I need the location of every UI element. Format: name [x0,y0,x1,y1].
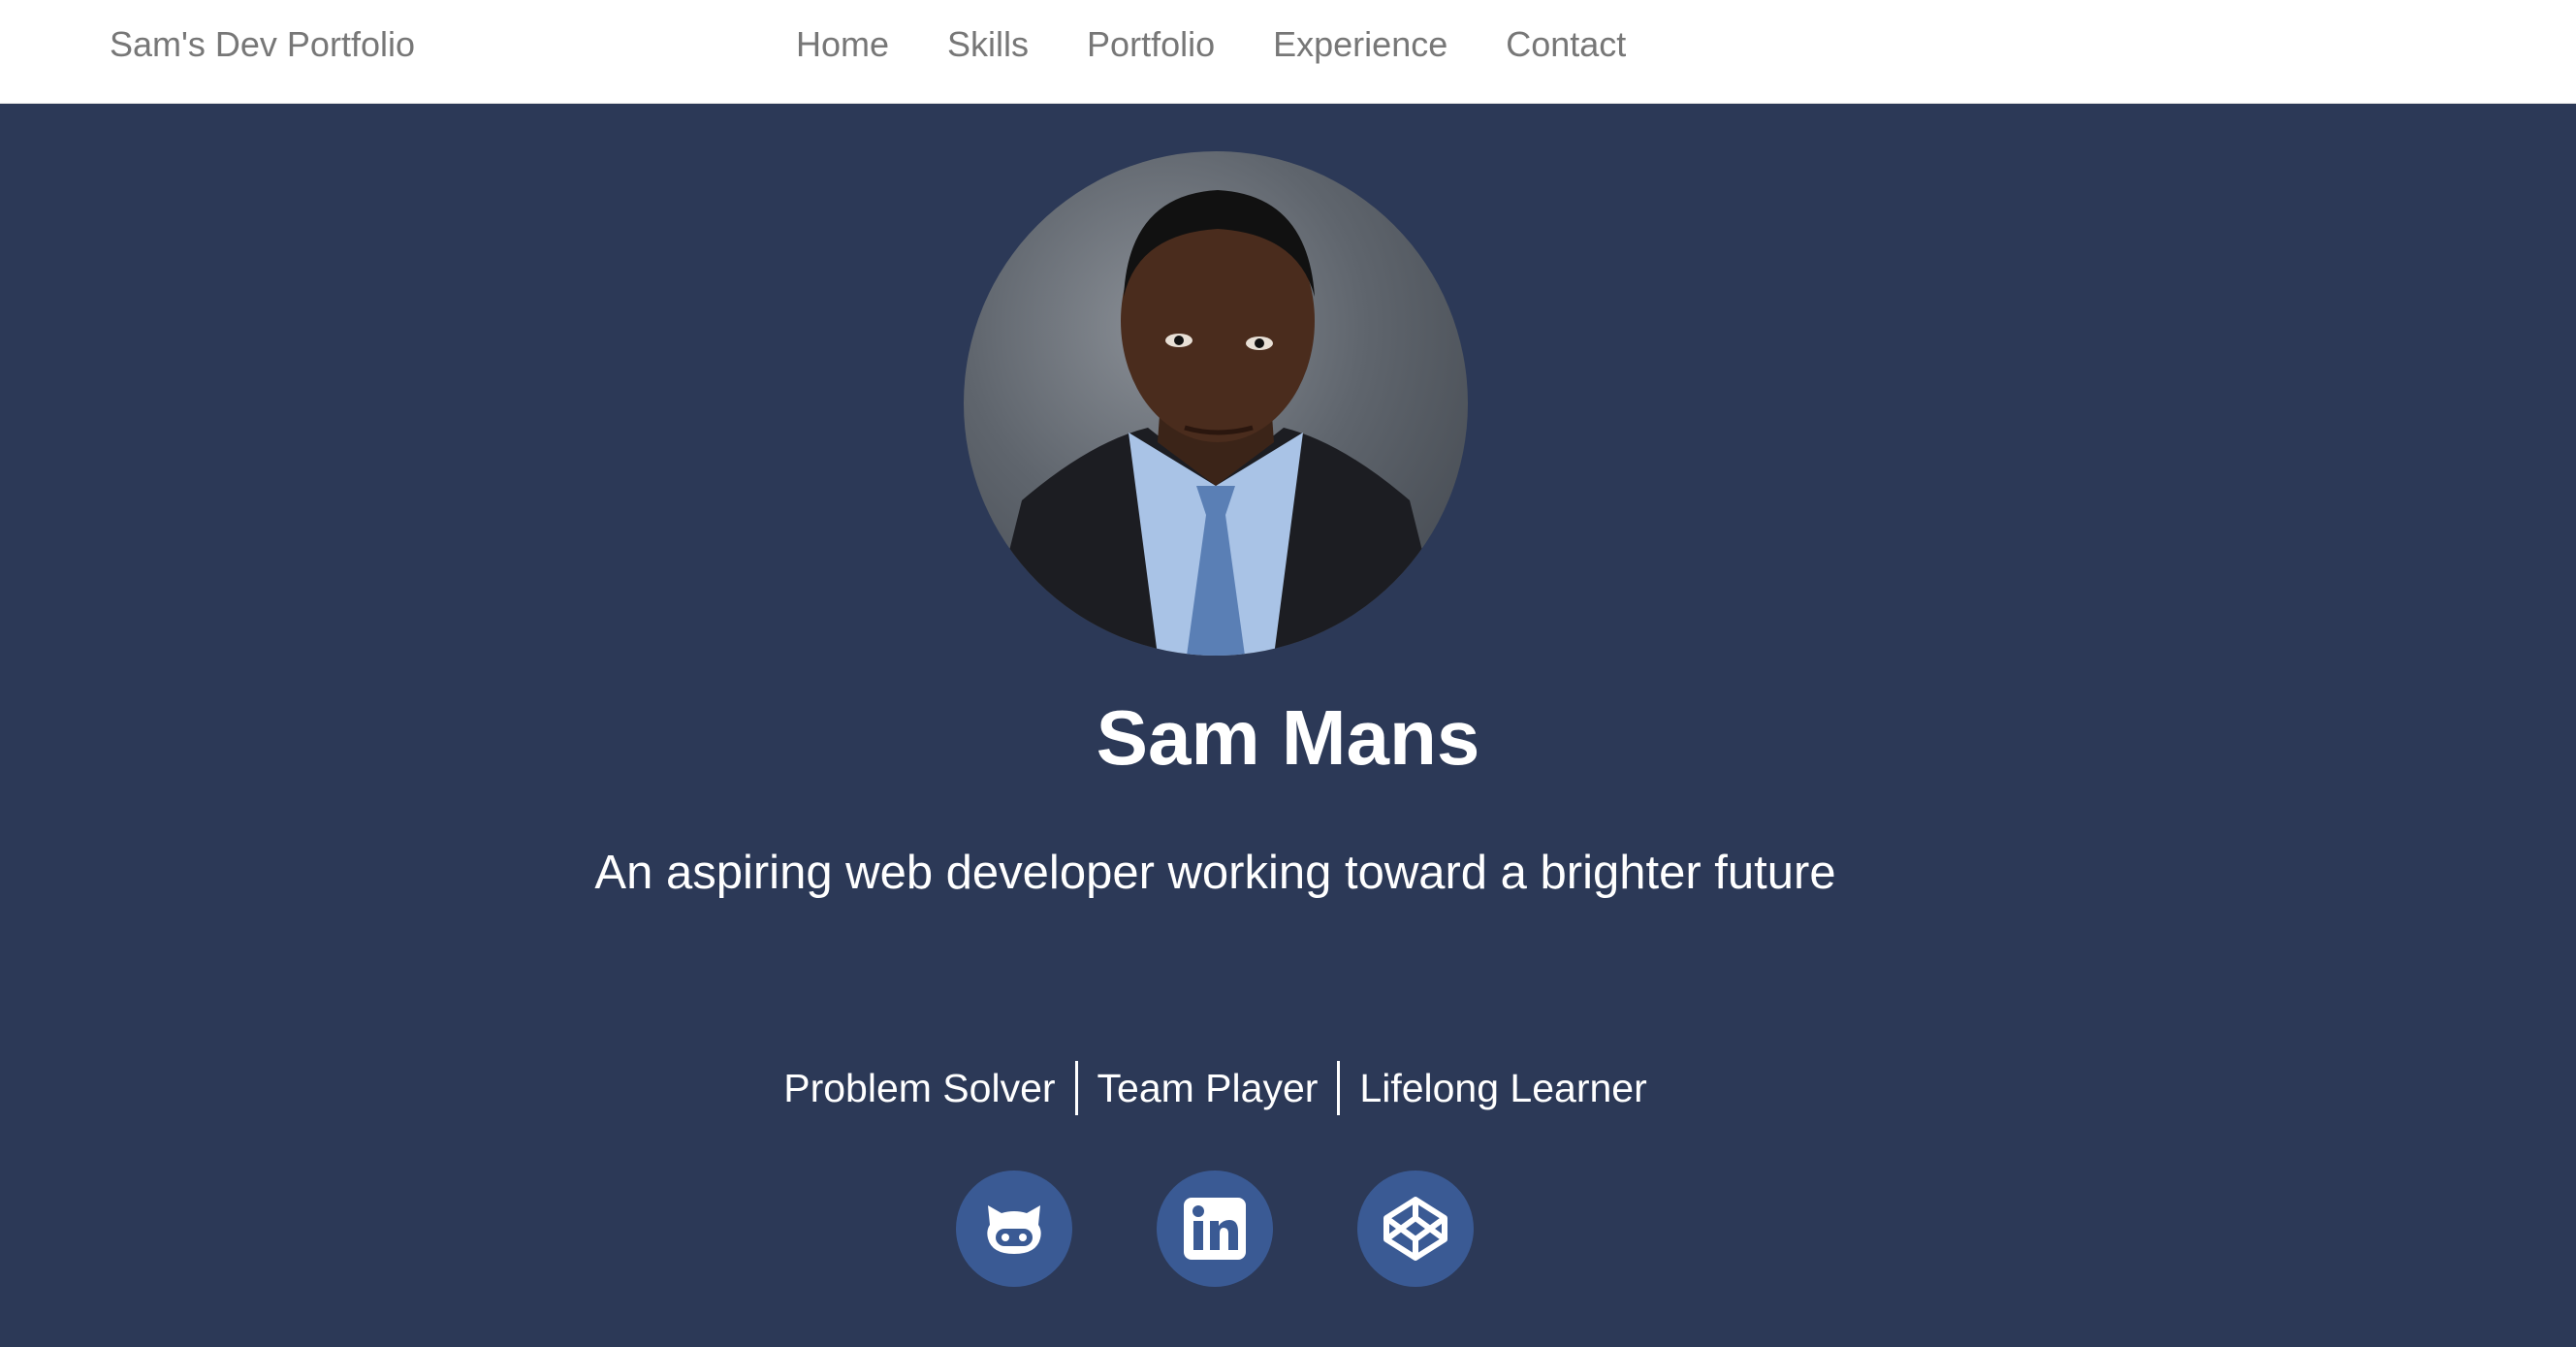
traits-list: Problem Solver Team Player Lifelong Lear… [0,1061,2431,1115]
profile-name: Sam Mans [1096,694,1480,781]
github-link[interactable] [956,1171,1072,1287]
nav-portfolio[interactable]: Portfolio [1058,24,1244,65]
trait-problem-solver: Problem Solver [783,1065,1056,1110]
top-navbar: Sam's Dev Portfolio Home Skills Portfoli… [0,0,2576,104]
brand-link[interactable]: Sam's Dev Portfolio [110,0,415,89]
trait-lifelong-learner: Lifelong Learner [1359,1065,1647,1110]
hero-section: Sam Mans An aspiring web developer worki… [0,104,2576,1347]
tagline: An aspiring web developer working toward… [594,847,1836,899]
nav-links: Home Skills Portfolio Experience Contact [767,0,1655,89]
codepen-icon [1383,1197,1447,1261]
linkedin-link[interactable] [1157,1171,1273,1287]
github-icon [987,1205,1041,1254]
linkedin-icon [1184,1198,1246,1260]
trait-team-player: Team Player [1097,1065,1319,1110]
nav-home[interactable]: Home [767,24,918,65]
nav-skills[interactable]: Skills [918,24,1058,65]
nav-experience[interactable]: Experience [1244,24,1477,65]
codepen-link[interactable] [1357,1171,1474,1287]
profile-photo [964,151,1468,656]
nav-contact[interactable]: Contact [1477,24,1655,65]
